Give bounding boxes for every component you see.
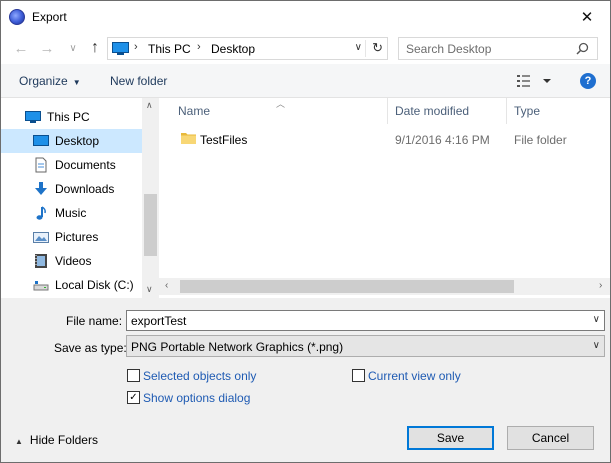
checkbox-label[interactable]: Current view only bbox=[368, 369, 461, 383]
filename-value[interactable]: exportTest bbox=[131, 314, 186, 328]
view-options-icon[interactable] bbox=[517, 74, 553, 88]
scroll-up-icon[interactable]: ∧ bbox=[146, 100, 153, 111]
file-date-modified: 9/1/2016 4:16 PM bbox=[395, 133, 490, 147]
search-box[interactable] bbox=[398, 37, 598, 60]
search-icon[interactable] bbox=[576, 42, 589, 55]
breadcrumb-separator: › bbox=[134, 41, 138, 53]
save-as-type-select[interactable]: PNG Portable Network Graphics (*.png) ∨ bbox=[126, 335, 605, 357]
checkbox-box[interactable] bbox=[127, 369, 140, 382]
file-row[interactable]: TestFiles 9/1/2016 4:16 PM File folder bbox=[169, 128, 594, 150]
scrollbar-thumb[interactable] bbox=[180, 280, 514, 293]
scrollbar-thumb[interactable] bbox=[144, 194, 157, 256]
save-button[interactable]: Save bbox=[407, 426, 494, 450]
recent-locations-button[interactable]: ∨ bbox=[63, 38, 83, 58]
address-dropdown-icon[interactable]: ∨ bbox=[355, 42, 362, 53]
download-icon bbox=[35, 182, 47, 195]
filename-field[interactable]: exportTest ∨ bbox=[126, 310, 605, 331]
computer-icon bbox=[25, 111, 41, 123]
sidebar-item-label: Documents bbox=[55, 158, 116, 172]
hide-folders-label: Hide Folders bbox=[29, 433, 98, 447]
new-folder-button[interactable]: New folder bbox=[110, 74, 167, 88]
sidebar-item-label: Pictures bbox=[55, 230, 99, 244]
search-input[interactable] bbox=[406, 41, 566, 57]
sidebar-item-music[interactable]: Music bbox=[1, 201, 142, 225]
caret-up-icon: ▲ bbox=[15, 437, 23, 446]
sidebar-item-documents[interactable]: Documents bbox=[1, 153, 142, 177]
refresh-icon[interactable]: ↻ bbox=[372, 40, 383, 56]
sidebar-item-label: Local Disk (C:) bbox=[55, 278, 134, 292]
app-logo-icon bbox=[9, 9, 25, 25]
navigation-bar: ← → ∨ ↑ › This PC › Desktop ∨ ↻ bbox=[1, 32, 610, 64]
column-header-date-modified[interactable]: Date modified bbox=[395, 98, 469, 124]
sidebar-item-label: Desktop bbox=[55, 134, 100, 148]
file-list: ︿ Name Date modified Type TestFiles 9/1/… bbox=[159, 98, 610, 298]
scroll-right-icon[interactable]: › bbox=[599, 280, 602, 291]
checkbox-label[interactable]: Selected objects only bbox=[143, 369, 256, 383]
chevron-down-icon: ∨ bbox=[592, 340, 600, 351]
chevron-down-icon: ∨ bbox=[69, 42, 77, 54]
column-divider[interactable] bbox=[387, 98, 388, 124]
filename-label: File name: bbox=[66, 314, 123, 328]
forward-button[interactable]: → bbox=[37, 38, 57, 58]
arrow-left-icon: ← bbox=[13, 39, 29, 57]
computer-icon bbox=[112, 42, 129, 55]
drive-icon bbox=[33, 281, 49, 291]
sidebar-item-label: Videos bbox=[55, 254, 92, 268]
column-header-name[interactable]: Name bbox=[178, 98, 210, 124]
caret-down-icon: ▼ bbox=[72, 78, 81, 87]
file-type: File folder bbox=[514, 133, 567, 147]
documents-icon bbox=[35, 157, 47, 173]
horizontal-scrollbar[interactable]: ‹ › bbox=[159, 278, 610, 295]
music-icon bbox=[36, 206, 46, 220]
title-bar: Export ✕ bbox=[1, 1, 610, 32]
hide-folders-toggle[interactable]: ▲ Hide Folders bbox=[15, 433, 98, 447]
navigation-pane-scrollbar[interactable]: ∧ ∨ bbox=[142, 98, 159, 298]
address-bar[interactable]: › This PC › Desktop ∨ ↻ bbox=[107, 37, 388, 60]
arrow-up-icon: ↑ bbox=[91, 39, 99, 56]
desktop-icon bbox=[33, 135, 49, 146]
sidebar-item-label: This PC bbox=[47, 110, 90, 124]
column-header-type[interactable]: Type bbox=[514, 98, 540, 124]
sidebar-item-videos[interactable]: Videos bbox=[1, 249, 142, 273]
pictures-icon bbox=[33, 232, 49, 243]
sidebar-item-pictures[interactable]: Pictures bbox=[1, 225, 142, 249]
cancel-button[interactable]: Cancel bbox=[507, 426, 594, 450]
up-button[interactable]: ↑ bbox=[85, 38, 105, 58]
close-button[interactable]: ✕ bbox=[564, 1, 610, 32]
file-name: TestFiles bbox=[200, 133, 248, 147]
videos-icon bbox=[35, 254, 47, 268]
chevron-down-icon[interactable]: ∨ bbox=[593, 314, 600, 325]
sort-ascending-icon: ︿ bbox=[276, 99, 286, 109]
arrow-right-icon: → bbox=[39, 39, 55, 57]
sidebar-item-desktop[interactable]: Desktop bbox=[1, 129, 142, 153]
sidebar-item-downloads[interactable]: Downloads bbox=[1, 177, 142, 201]
scroll-down-icon[interactable]: ∨ bbox=[146, 284, 153, 295]
sidebar-item-label: Downloads bbox=[55, 182, 115, 196]
checkbox-label[interactable]: Show options dialog bbox=[143, 391, 250, 405]
checkmark-icon[interactable]: ✓ bbox=[127, 391, 140, 404]
sidebar-item-this-pc[interactable]: This PC bbox=[1, 105, 142, 129]
window-title: Export bbox=[32, 10, 67, 24]
save-as-type-label: Save as type: bbox=[54, 341, 127, 355]
export-dialog: Export ✕ ← → ∨ ↑ › This PC › Desktop ∨ ↻ bbox=[0, 0, 611, 463]
organize-menu-button[interactable]: Organize ▼ bbox=[19, 74, 81, 88]
scroll-left-icon[interactable]: ‹ bbox=[165, 280, 168, 291]
navigation-pane: This PC Desktop Documents Downloads Musi… bbox=[1, 98, 159, 298]
breadcrumb-desktop[interactable]: Desktop bbox=[211, 42, 255, 56]
breadcrumb-this-pc[interactable]: This PC bbox=[148, 42, 191, 56]
column-divider[interactable] bbox=[506, 98, 507, 124]
save-as-type-value: PNG Portable Network Graphics (*.png) bbox=[131, 340, 344, 354]
help-button[interactable]: ? bbox=[580, 73, 596, 89]
breadcrumb-separator: › bbox=[197, 41, 201, 53]
address-divider bbox=[365, 40, 366, 57]
folder-icon bbox=[181, 133, 196, 144]
command-toolbar: Organize ▼ New folder ? bbox=[1, 64, 610, 98]
organize-label: Organize bbox=[19, 74, 68, 88]
back-button[interactable]: ← bbox=[11, 38, 31, 58]
sidebar-item-label: Music bbox=[55, 206, 87, 220]
checkbox-box[interactable] bbox=[352, 369, 365, 382]
sidebar-item-local-disk[interactable]: Local Disk (C:) bbox=[1, 273, 142, 297]
